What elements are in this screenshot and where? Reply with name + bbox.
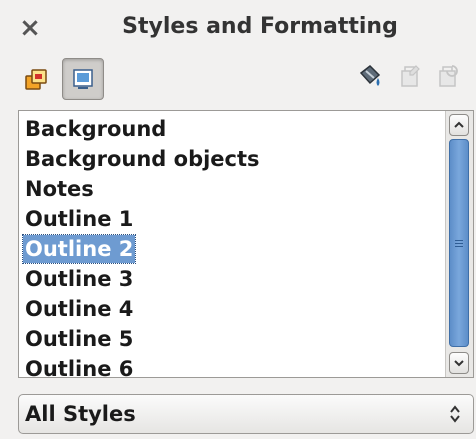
list-item-outline-6[interactable]: Outline 6	[23, 355, 135, 377]
grip-icon	[455, 238, 463, 249]
list-item-outline-3[interactable]: Outline 3	[23, 265, 135, 293]
scroll-thumb[interactable]	[449, 139, 469, 347]
list-item-notes[interactable]: Notes	[23, 175, 96, 203]
fill-format-mode-button[interactable]	[350, 56, 390, 96]
scroll-up-button[interactable]	[449, 114, 469, 136]
styles-list-items: Background Background objects Notes Outl…	[19, 111, 445, 377]
chevron-up-icon	[454, 121, 464, 128]
up-down-arrows-icon	[450, 405, 460, 423]
list-item-background-objects[interactable]: Background objects	[23, 145, 262, 173]
styles-list-scrollbar[interactable]	[445, 111, 473, 377]
update-style-icon	[439, 65, 458, 87]
presentation-styles-button[interactable]	[62, 58, 104, 100]
list-item-outline-4[interactable]: Outline 4	[23, 295, 135, 323]
update-style-button[interactable]	[428, 56, 468, 96]
dialog-title: Styles and Formatting	[122, 14, 398, 39]
new-style-from-selection-button[interactable]	[390, 56, 430, 96]
styles-toolbar	[0, 56, 476, 104]
presentation-styles-icon	[73, 69, 93, 89]
graphics-styles-button[interactable]	[16, 60, 56, 100]
chevron-down-icon	[454, 360, 464, 367]
list-item-background[interactable]: Background	[23, 115, 168, 143]
dialog-titlebar: × Styles and Formatting	[0, 0, 476, 56]
style-filter-dropdown[interactable]: All Styles	[18, 394, 474, 434]
scroll-down-button[interactable]	[449, 352, 469, 374]
list-item-outline-1[interactable]: Outline 1	[23, 205, 135, 233]
list-item-outline-2[interactable]: Outline 2	[21, 234, 137, 264]
graphics-styles-icon	[25, 69, 47, 90]
new-style-from-selection-icon	[401, 65, 420, 87]
style-filter-value: All Styles	[25, 402, 136, 426]
list-item-outline-5[interactable]: Outline 5	[23, 325, 135, 353]
styles-list[interactable]: Background Background objects Notes Outl…	[18, 110, 474, 378]
fill-format-mode-icon	[359, 65, 381, 86]
